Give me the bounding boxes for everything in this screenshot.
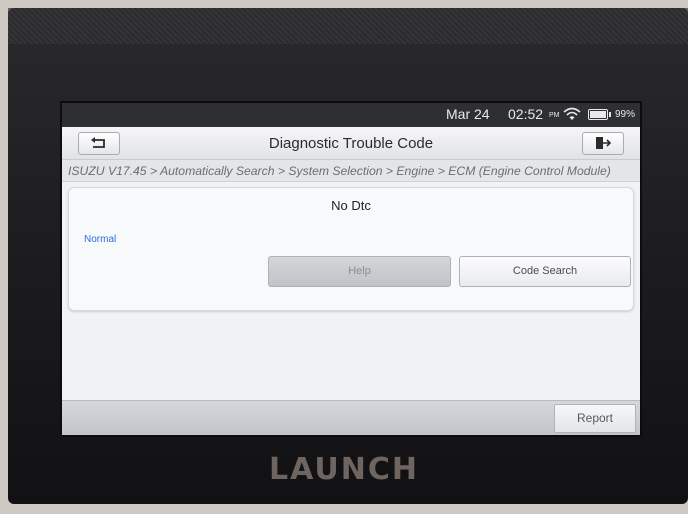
device-texture: [8, 8, 688, 44]
brand-logo: LAUNCH: [268, 452, 419, 487]
exit-icon: [596, 137, 612, 149]
wifi-icon: [563, 107, 581, 120]
system-status: Normal: [84, 234, 117, 245]
battery-percent: 99%: [615, 109, 636, 120]
breadcrumb: ISUZU V17.45 > Automatically Search > Sy…: [62, 160, 640, 182]
report-button[interactable]: Report: [554, 404, 636, 433]
title-bar: Diagnostic Trouble Code: [62, 127, 640, 160]
status-date: Mar 24: [446, 106, 490, 122]
bottom-toolbar: Report: [62, 400, 640, 435]
status-bar: Mar 24 02:52 PM 99%: [62, 103, 640, 127]
dtc-result-title: No Dtc: [331, 198, 371, 213]
page-title: Diagnostic Trouble Code: [268, 135, 434, 152]
exit-button[interactable]: [582, 132, 624, 155]
screen: Mar 24 02:52 PM 99% Diagnostic Trouble C…: [62, 103, 640, 435]
result-card: No Dtc Normal Help Code Search: [68, 187, 634, 311]
help-button[interactable]: Help: [268, 256, 451, 287]
code-search-button[interactable]: Code Search: [459, 256, 631, 287]
status-time: 02:52: [508, 106, 544, 122]
battery-icon: [588, 109, 611, 120]
status-ampm: PM: [549, 112, 560, 119]
